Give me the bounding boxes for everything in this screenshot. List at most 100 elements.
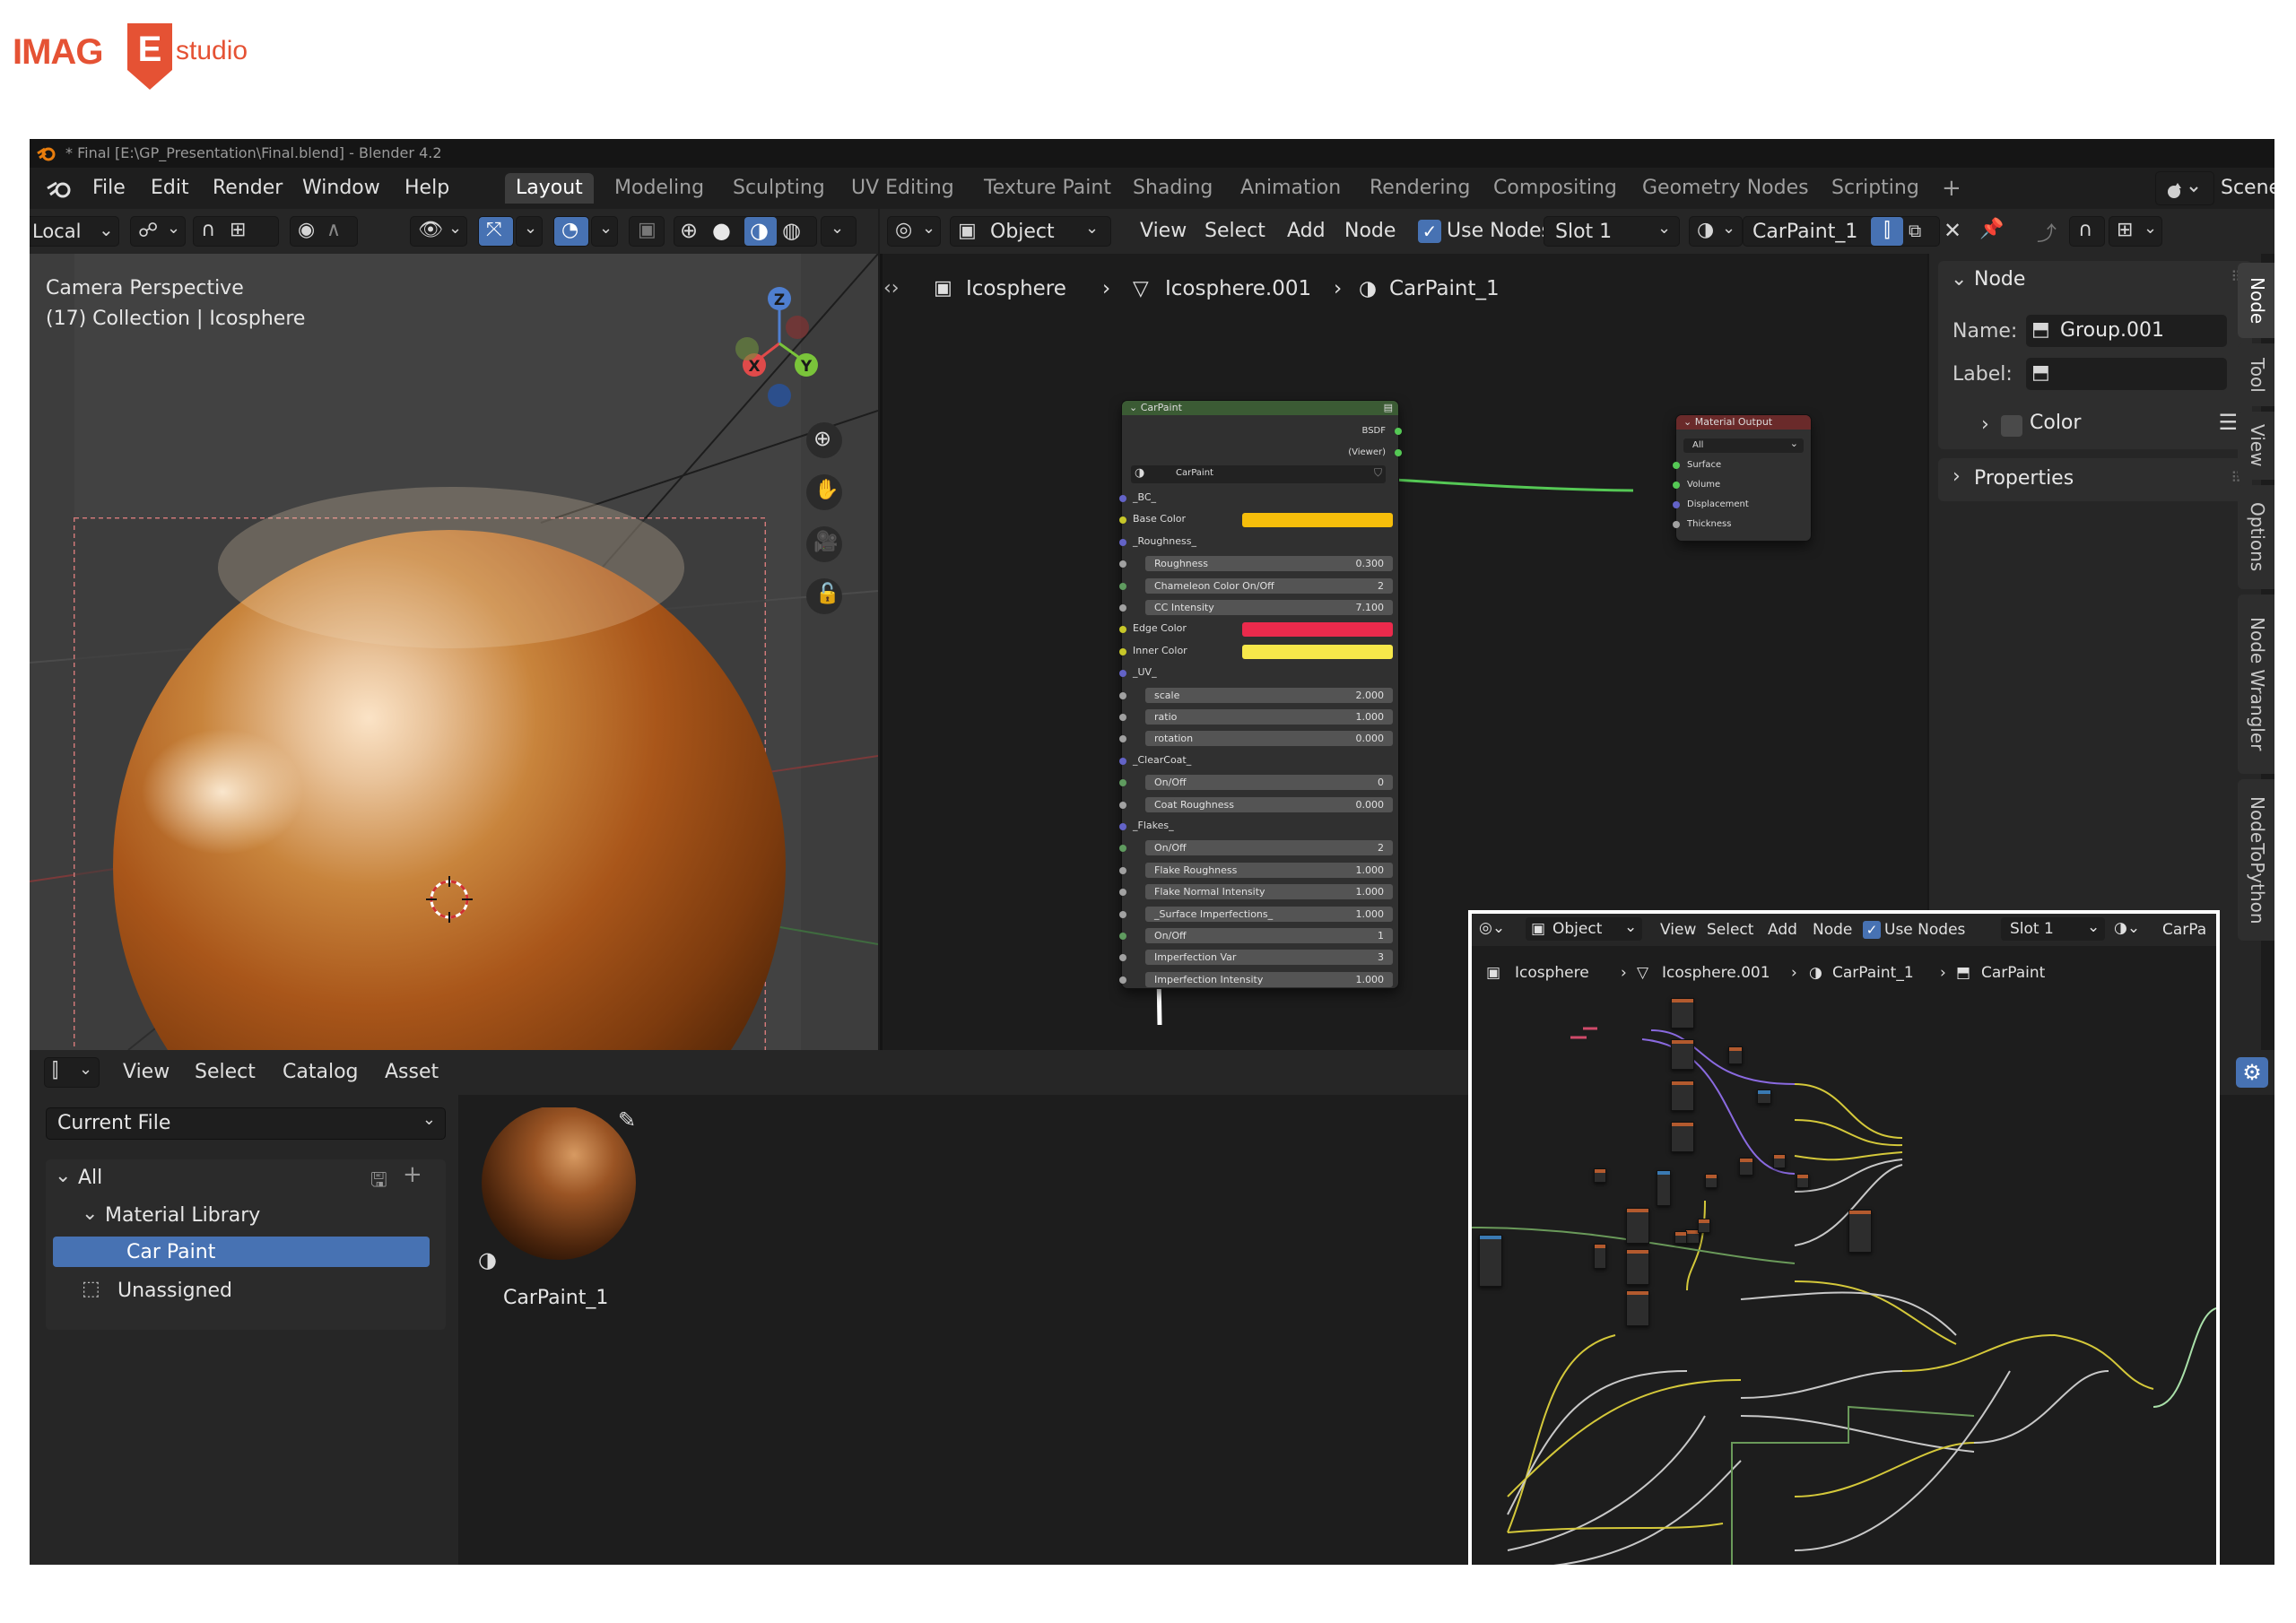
input-socket[interactable] bbox=[1119, 823, 1126, 830]
name-field[interactable]: ⬒ Group.001 bbox=[2026, 315, 2227, 347]
node-input-row[interactable]: On/Off 2 bbox=[1119, 838, 1398, 856]
input-socket[interactable] bbox=[1119, 933, 1126, 940]
value-field[interactable]: Roughness 0.300 bbox=[1145, 556, 1393, 572]
ab-menu-select[interactable]: Select bbox=[195, 1061, 256, 1083]
color-presets-icon[interactable]: ☰ bbox=[2218, 410, 2238, 435]
tab-geometry-nodes[interactable]: Geometry Nodes bbox=[1631, 173, 1820, 204]
material-output-node[interactable]: ⌄ Material Output All ⌄ Surface Volume D… bbox=[1673, 415, 1811, 541]
color-swatch[interactable] bbox=[1242, 622, 1393, 638]
tab-shading[interactable]: Shading bbox=[1122, 173, 1223, 204]
node-group-selector[interactable]: ◑ CarPaint ⛉ bbox=[1131, 465, 1386, 483]
ne-menu-select[interactable]: Select bbox=[1205, 220, 1265, 242]
input-socket[interactable] bbox=[1119, 604, 1126, 612]
inset-slot-dropdown[interactable]: Slot 1 ⌄ bbox=[2001, 917, 2105, 941]
value-field[interactable]: Imperfection Var 3 bbox=[1145, 950, 1393, 966]
unlink-material-icon[interactable]: ✕ bbox=[1944, 218, 1961, 243]
proportional-editing-button[interactable]: ◉ ∧ bbox=[290, 216, 358, 247]
input-socket[interactable] bbox=[1119, 757, 1126, 765]
pin-icon[interactable]: 📌 bbox=[1979, 218, 2004, 240]
value-field[interactable]: CC Intensity 7.100 bbox=[1145, 600, 1393, 615]
properties-panel[interactable]: › Properties ⠿ bbox=[1938, 458, 2252, 501]
ne-menu-node[interactable]: Node bbox=[1344, 220, 1396, 242]
value-field[interactable]: ratio 1.000 bbox=[1145, 709, 1393, 725]
value-field[interactable]: rotation 0.000 bbox=[1145, 731, 1393, 747]
node-input-row[interactable]: CC Intensity 7.100 bbox=[1119, 598, 1398, 616]
input-socket[interactable] bbox=[1119, 910, 1126, 918]
zoom-icon[interactable]: ⊕ bbox=[806, 422, 842, 458]
node-header[interactable]: ⌄ CarPaint ▤ bbox=[1122, 401, 1398, 415]
menu-edit[interactable]: Edit bbox=[151, 177, 189, 199]
node-input-row[interactable]: On/Off 1 bbox=[1119, 926, 1398, 944]
catalog-car-paint[interactable]: Car Paint bbox=[53, 1237, 430, 1267]
tab-modeling[interactable]: Modeling bbox=[604, 173, 715, 204]
inset-use-nodes-checkbox[interactable]: ✓ bbox=[1863, 921, 1881, 939]
value-field[interactable]: On/Off 2 bbox=[1145, 840, 1393, 856]
node-input-row[interactable]: Imperfection Var 3 bbox=[1119, 948, 1398, 966]
node-input-row[interactable]: Roughness 0.300 bbox=[1119, 554, 1398, 572]
ne-menu-view[interactable]: View bbox=[1140, 220, 1187, 242]
node-input-row[interactable]: _Surface Imperfections_ 1.000 bbox=[1119, 905, 1398, 923]
menu-window[interactable]: Window bbox=[302, 177, 380, 199]
snap-target-dropdown[interactable]: ⊞ ⌄ bbox=[2109, 216, 2162, 247]
input-socket[interactable] bbox=[1119, 516, 1126, 525]
parent-node-tree-icon[interactable]: ⤴ bbox=[2037, 218, 2057, 247]
node-input-row[interactable]: Imperfection Intensity 1.000 bbox=[1119, 970, 1398, 988]
catalog-all[interactable]: All bbox=[78, 1167, 102, 1189]
input-socket[interactable] bbox=[1119, 538, 1126, 546]
wireframe-shading-icon[interactable]: ⊕ bbox=[680, 218, 698, 243]
add-workspace-icon[interactable]: + bbox=[1931, 173, 1972, 204]
input-socket[interactable] bbox=[1119, 714, 1126, 721]
overlay-dropdown[interactable]: ⌄ bbox=[591, 216, 618, 247]
sidebar-tab-node-wrangler[interactable]: Node Wrangler bbox=[2238, 595, 2274, 774]
catalog-unassigned[interactable]: Unassigned bbox=[117, 1280, 232, 1302]
input-socket[interactable] bbox=[1119, 889, 1126, 897]
input-socket[interactable] bbox=[1119, 976, 1126, 984]
slot-dropdown[interactable]: Slot 1 ⌄ bbox=[1544, 216, 1680, 247]
gizmo-dropdown[interactable]: ⌄ bbox=[516, 216, 543, 247]
value-field[interactable]: Flake Roughness 1.000 bbox=[1145, 862, 1393, 878]
tab-compositing[interactable]: Compositing bbox=[1483, 173, 1628, 204]
node-input-row[interactable]: Chameleon Color On/Off 2 bbox=[1119, 577, 1398, 595]
input-socket[interactable] bbox=[1673, 501, 1680, 508]
node-input-row[interactable]: Base Color bbox=[1119, 510, 1398, 528]
node-input-row[interactable]: Flake Roughness 1.000 bbox=[1119, 861, 1398, 879]
value-field[interactable]: Imperfection Intensity 1.000 bbox=[1145, 971, 1393, 987]
lock-camera-icon[interactable]: 🔓 bbox=[806, 578, 842, 614]
solid-shading-icon[interactable]: ● bbox=[712, 218, 731, 243]
tab-scripting[interactable]: Scripting bbox=[1821, 173, 1930, 204]
sidebar-tab-nodetopython[interactable]: NodeToPython bbox=[2238, 779, 2274, 941]
xray-toggle-button[interactable]: ▣ bbox=[629, 216, 665, 247]
sidebar-tab-node[interactable]: Node bbox=[2238, 263, 2274, 338]
rendered-shading-icon[interactable]: ◍ bbox=[782, 218, 801, 243]
tab-sculpting[interactable]: Sculpting bbox=[722, 173, 836, 204]
input-socket[interactable] bbox=[1119, 495, 1126, 502]
tab-layout[interactable]: Layout bbox=[505, 173, 594, 204]
shading-dropdown[interactable]: ⌄ bbox=[821, 216, 857, 247]
label-field[interactable]: ⬒ bbox=[2026, 358, 2227, 390]
tab-uv-editing[interactable]: UV Editing bbox=[840, 173, 965, 204]
gizmo-toggle-button[interactable]: ⤧ bbox=[478, 216, 514, 247]
inset-menu-select[interactable]: Select bbox=[1707, 921, 1753, 939]
node-input-row[interactable]: scale 2.000 bbox=[1119, 686, 1398, 704]
color-swatch[interactable] bbox=[1242, 513, 1393, 528]
node-header[interactable]: ⌄ Material Output bbox=[1676, 415, 1811, 430]
inset-menu-add[interactable]: Add bbox=[1768, 921, 1797, 939]
3d-viewport[interactable]: Camera Perspective (17) Collection | Ico… bbox=[30, 254, 878, 1050]
input-socket[interactable] bbox=[1119, 735, 1126, 743]
material-name-field[interactable]: CarPaint_1 ⫿ ⧉ bbox=[1743, 216, 1940, 247]
editor-type-button[interactable]: ⫿ ⌄ bbox=[44, 1057, 100, 1088]
inset-material-name[interactable]: CarPa bbox=[2162, 921, 2206, 939]
input-socket[interactable] bbox=[1119, 582, 1126, 590]
blender-menu-icon[interactable] bbox=[46, 178, 74, 200]
ab-menu-view[interactable]: View bbox=[123, 1061, 170, 1083]
input-socket[interactable] bbox=[1673, 462, 1680, 469]
tab-texture-paint[interactable]: Texture Paint bbox=[973, 173, 1122, 204]
visibility-button[interactable]: 👁 ⌄ bbox=[410, 216, 467, 247]
value-field[interactable]: Coat Roughness 0.000 bbox=[1145, 796, 1393, 812]
asset-item[interactable]: ✎ ◑ CarPaint_1 bbox=[469, 1107, 648, 1309]
scene-name[interactable]: Scene bbox=[2221, 177, 2274, 199]
add-catalog-icon[interactable]: + bbox=[403, 1161, 422, 1188]
value-field[interactable]: On/Off 0 bbox=[1145, 775, 1393, 791]
value-field[interactable]: scale 2.000 bbox=[1145, 687, 1393, 703]
navigation-gizmo[interactable]: Z X Y bbox=[720, 272, 837, 415]
